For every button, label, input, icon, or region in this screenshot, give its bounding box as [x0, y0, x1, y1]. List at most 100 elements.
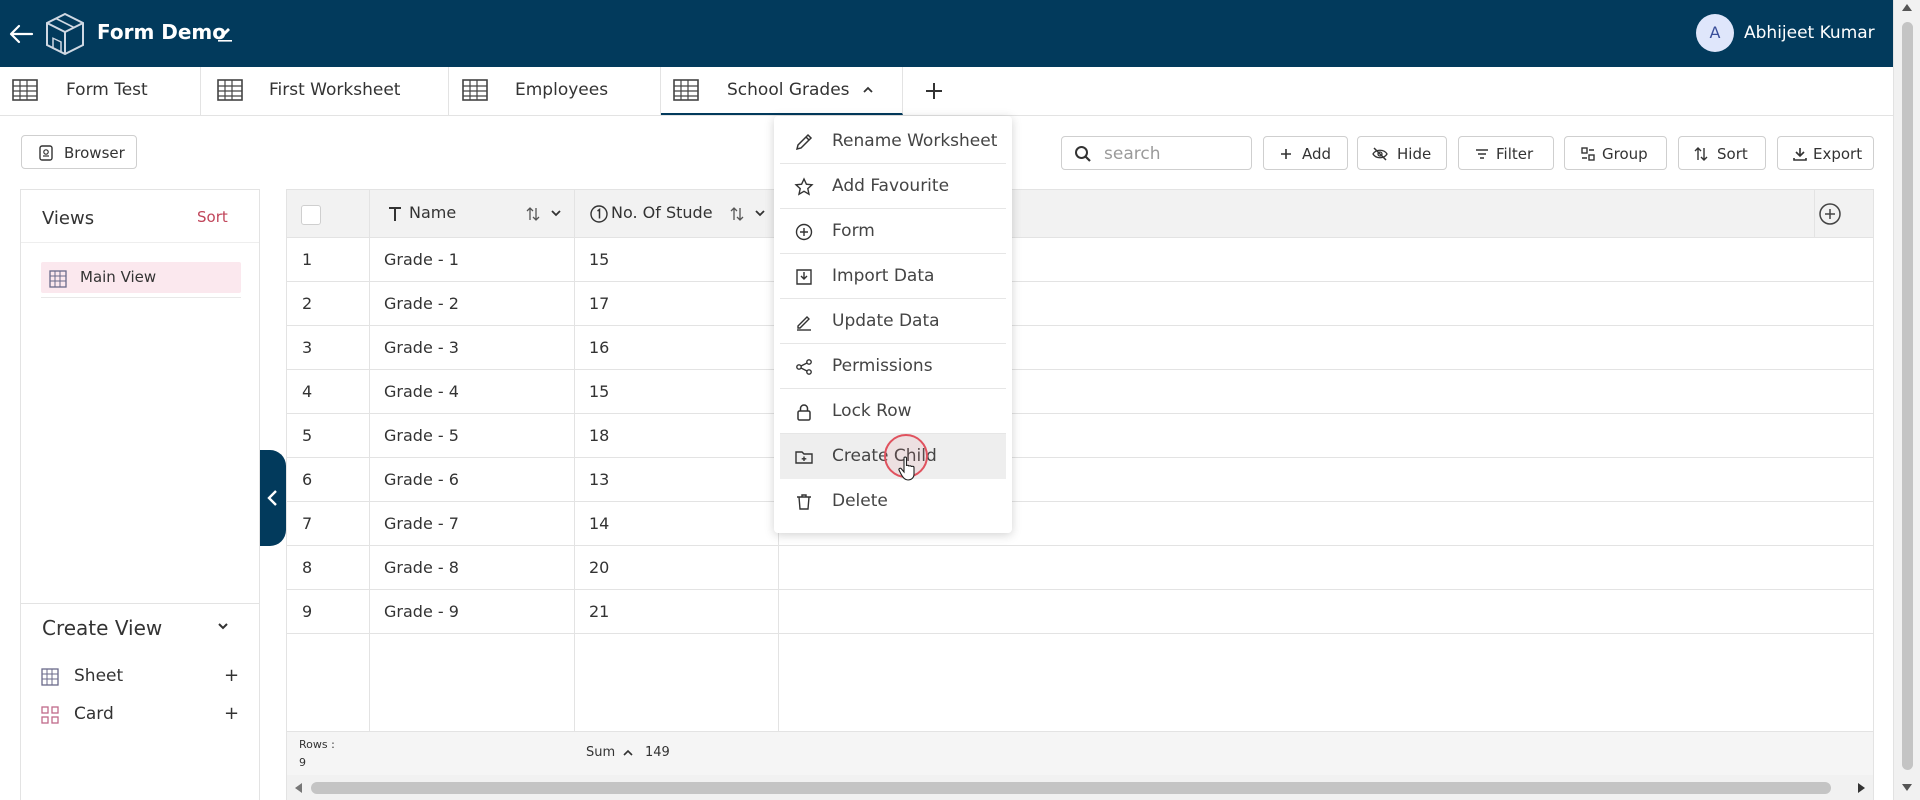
table-row[interactable]: 1 Grade - 1 15 [287, 238, 1873, 282]
chevron-up-icon[interactable] [862, 86, 874, 94]
menu-item-delete[interactable]: Delete [780, 479, 1006, 524]
cell-students[interactable]: 15 [589, 250, 609, 269]
add-sheet-view-button[interactable]: + [224, 665, 239, 686]
table-row[interactable]: 8 Grade - 8 20 [287, 546, 1873, 590]
sort-icon[interactable] [729, 206, 745, 222]
cell-students[interactable]: 16 [589, 338, 609, 357]
column-header-name[interactable]: Name [409, 203, 456, 222]
plus-icon [1278, 146, 1294, 162]
cell-students[interactable]: 21 [589, 602, 609, 621]
trash-icon [794, 492, 814, 512]
export-button[interactable]: Export [1777, 136, 1874, 170]
cell-name[interactable]: Grade - 8 [384, 558, 459, 577]
scroll-down-arrow-icon[interactable] [1902, 784, 1912, 791]
top-bar: Form Demo A Abhijeet Kumar [0, 0, 1893, 67]
menu-item-lock-row[interactable]: Lock Row [780, 389, 1006, 434]
scroll-left-arrow-icon[interactable] [295, 783, 302, 793]
column-header-students[interactable]: No. Of Stude [611, 203, 713, 222]
table-row[interactable]: 2 Grade - 2 17 [287, 282, 1873, 326]
select-all-checkbox[interactable] [301, 205, 321, 225]
create-card-view[interactable]: Card + [41, 701, 241, 729]
add-tab-button[interactable] [920, 77, 948, 105]
table-row[interactable]: 7 Grade - 7 14 [287, 502, 1873, 546]
scrollbar-thumb[interactable] [311, 782, 1831, 794]
cell-students[interactable]: 13 [589, 470, 609, 489]
add-card-view-button[interactable]: + [224, 703, 239, 724]
views-sort-link[interactable]: Sort [197, 208, 228, 226]
cell-name[interactable]: Grade - 4 [384, 382, 459, 401]
create-sheet-view[interactable]: Sheet + [41, 663, 241, 691]
sort-icon[interactable] [525, 206, 541, 222]
scroll-right-arrow-icon[interactable] [1858, 783, 1865, 793]
grid-horizontal-scrollbar[interactable] [287, 775, 1873, 800]
cell-name[interactable]: Grade - 6 [384, 470, 459, 489]
search-box[interactable] [1061, 136, 1252, 170]
add-button[interactable]: Add [1263, 136, 1348, 170]
menu-item-import-data[interactable]: Import Data [780, 254, 1006, 299]
table-icon [49, 270, 67, 288]
cell-name[interactable]: Grade - 5 [384, 426, 459, 445]
view-item-main-view[interactable]: Main View [41, 262, 241, 293]
plus-circle-icon [794, 222, 814, 242]
menu-item-add-favourite[interactable]: Add Favourite [780, 164, 1006, 209]
avatar[interactable]: A [1696, 14, 1734, 52]
row-number: 7 [302, 514, 313, 533]
chevron-down-icon[interactable] [217, 622, 229, 630]
tab-first-worksheet[interactable]: First Worksheet [201, 67, 449, 115]
chevron-down-icon[interactable] [551, 210, 561, 217]
share-icon [794, 357, 814, 377]
tab-school-grades[interactable]: School Grades [661, 67, 903, 115]
table-row[interactable]: 5 Grade - 5 18 [287, 414, 1873, 458]
tab-form-test[interactable]: Form Test [0, 67, 201, 115]
collapse-panel-button[interactable] [260, 450, 286, 546]
menu-item-label: Import Data [832, 266, 935, 286]
browser-button[interactable]: Browser [21, 135, 137, 169]
table-row[interactable]: 4 Grade - 4 15 [287, 370, 1873, 414]
cell-name[interactable]: Grade - 3 [384, 338, 459, 357]
views-panel: Views Sort Main View Create View Sheet +… [20, 189, 260, 800]
table-row[interactable]: 6 Grade - 6 13 [287, 458, 1873, 502]
add-column-plus-circle-icon[interactable] [1818, 202, 1842, 226]
star-icon [794, 177, 814, 197]
cell-name[interactable]: Grade - 2 [384, 294, 459, 313]
menu-item-update-data[interactable]: Update Data [780, 299, 1006, 344]
tab-employees[interactable]: Employees [449, 67, 661, 115]
table-icon [217, 79, 243, 101]
cell-name[interactable]: Grade - 7 [384, 514, 459, 533]
menu-item-label: Update Data [832, 311, 940, 331]
table-icon [673, 79, 699, 101]
tab-label: First Worksheet [269, 80, 401, 100]
hide-button[interactable]: Hide [1357, 136, 1447, 170]
cube-logo-icon [44, 12, 86, 56]
cell-name[interactable]: Grade - 9 [384, 602, 459, 621]
cell-students[interactable]: 18 [589, 426, 609, 445]
chevron-up-icon[interactable] [623, 749, 633, 756]
cell-students[interactable]: 17 [589, 294, 609, 313]
number-type-icon [590, 205, 608, 223]
download-icon [1792, 146, 1808, 162]
menu-item-permissions[interactable]: Permissions [780, 344, 1006, 389]
sort-button[interactable]: Sort [1678, 136, 1766, 170]
table-row[interactable]: 3 Grade - 3 16 [287, 326, 1873, 370]
pencil-icon[interactable] [216, 24, 234, 42]
scroll-up-arrow-icon[interactable] [1902, 4, 1912, 11]
cell-students[interactable]: 20 [589, 558, 609, 577]
menu-item-rename-worksheet[interactable]: Rename Worksheet [780, 119, 1006, 164]
menu-item-form[interactable]: Form [780, 209, 1006, 254]
chevron-down-icon[interactable] [755, 210, 765, 217]
user-name[interactable]: Abhijeet Kumar [1744, 23, 1875, 43]
rows-count: 9 [299, 756, 306, 769]
search-input[interactable] [1104, 143, 1244, 165]
filter-button[interactable]: Filter [1458, 136, 1554, 170]
browser-icon [38, 145, 54, 161]
page-scrollbar[interactable] [1893, 0, 1920, 800]
scrollbar-thumb[interactable] [1902, 22, 1913, 770]
table-row[interactable]: 9 Grade - 9 21 [287, 590, 1873, 634]
arrow-left-icon[interactable] [8, 22, 34, 46]
group-button[interactable]: Group [1564, 136, 1667, 170]
cell-students[interactable]: 14 [589, 514, 609, 533]
divider [41, 297, 241, 298]
cell-students[interactable]: 15 [589, 382, 609, 401]
sum-label[interactable]: Sum [586, 745, 615, 760]
cell-name[interactable]: Grade - 1 [384, 250, 459, 269]
